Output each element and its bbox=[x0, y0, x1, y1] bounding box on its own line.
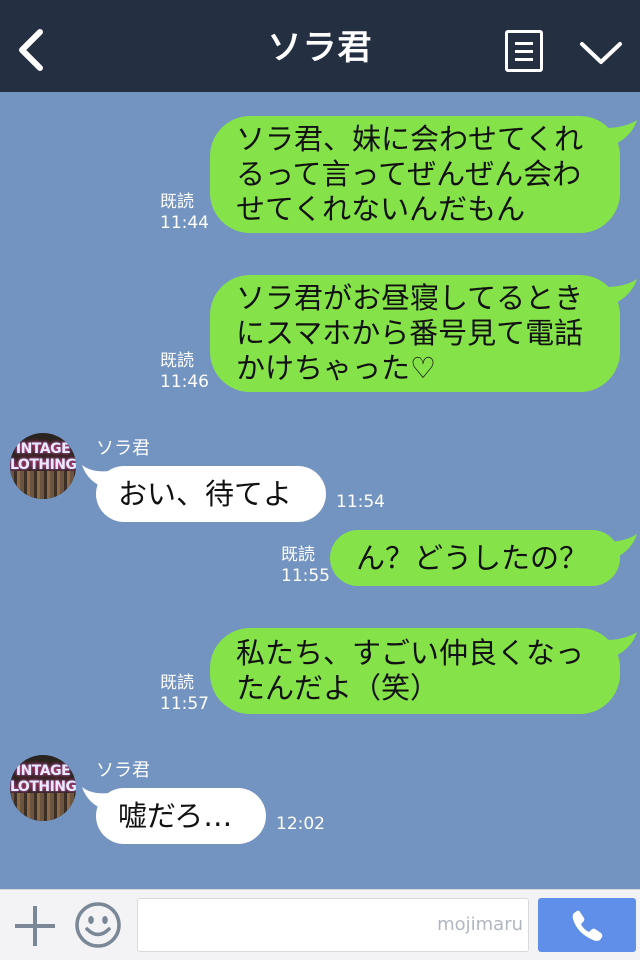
call-button[interactable] bbox=[538, 898, 636, 952]
message-line: 私たち、すごい仲良くなっ bbox=[236, 636, 585, 670]
contact-avatar[interactable]: INTAGE LOTHING bbox=[10, 433, 76, 499]
message-bubble-incoming[interactable]: 嘘だろ… bbox=[96, 788, 266, 844]
bubble-tail bbox=[605, 632, 637, 658]
avatar-logo: INTAGE LOTHING bbox=[10, 441, 76, 473]
message-line: るって言ってぜんぜん会わ bbox=[236, 157, 582, 191]
message-bubble-outgoing[interactable]: ソラ君がお昼寝してるとき にスマホから番号見て電話 かけちゃった♡ bbox=[210, 275, 620, 392]
read-receipt: 既読 11:46 bbox=[160, 351, 209, 392]
read-receipt: 既読 11:55 bbox=[281, 545, 330, 586]
avatar-clothing-rack bbox=[10, 793, 76, 821]
message-time: 12:02 bbox=[276, 814, 325, 834]
message-line: たんだよ（笑） bbox=[236, 671, 440, 705]
message-input-bar: mojimaru bbox=[0, 889, 640, 960]
phone-icon bbox=[572, 910, 603, 941]
message-line: ソラ君がお昼寝してるとき bbox=[236, 281, 584, 315]
message-time: 11:54 bbox=[336, 492, 385, 512]
bubble-tail bbox=[605, 279, 637, 305]
chat-header: ソラ君 bbox=[0, 0, 640, 92]
message-bubble-outgoing[interactable]: ん？どうしたの？ bbox=[330, 530, 620, 586]
read-receipt: 既読 11:44 bbox=[160, 192, 209, 233]
chat-title: ソラ君 bbox=[267, 28, 373, 68]
message-line: かけちゃった♡ bbox=[236, 351, 436, 385]
message-text: おい、待てよ bbox=[118, 477, 293, 511]
bubble-tail bbox=[605, 120, 637, 146]
message-line: ソラ君、妹に会わせてくれ bbox=[236, 122, 584, 156]
message-text: ん？どうしたの？ bbox=[356, 541, 589, 575]
message-bubble-outgoing[interactable]: 私たち、すごい仲良くなっ たんだよ（笑） bbox=[210, 628, 620, 714]
message-bubble-incoming[interactable]: おい、待てよ bbox=[96, 466, 326, 522]
note-icon[interactable] bbox=[505, 30, 543, 72]
message-line: せてくれないんだもん bbox=[236, 192, 526, 226]
bubble-tail bbox=[605, 534, 637, 560]
avatar-clothing-rack bbox=[10, 471, 76, 499]
sender-name: ソラ君 bbox=[96, 760, 150, 781]
sender-name: ソラ君 bbox=[96, 438, 150, 459]
message-text: 嘘だろ… bbox=[118, 799, 233, 833]
message-bubble-outgoing[interactable]: ソラ君、妹に会わせてくれ るって言ってぜんぜん会わ せてくれないんだもん bbox=[210, 116, 620, 233]
avatar-logo: INTAGE LOTHING bbox=[10, 763, 76, 795]
emoji-icon[interactable] bbox=[74, 901, 122, 949]
message-line: にスマホから番号見て電話 bbox=[236, 316, 584, 350]
message-input[interactable] bbox=[137, 898, 529, 952]
read-receipt: 既読 11:57 bbox=[160, 673, 209, 714]
plus-icon[interactable] bbox=[13, 904, 57, 948]
contact-avatar[interactable]: INTAGE LOTHING bbox=[10, 755, 76, 821]
chevron-down-icon[interactable] bbox=[578, 38, 624, 68]
